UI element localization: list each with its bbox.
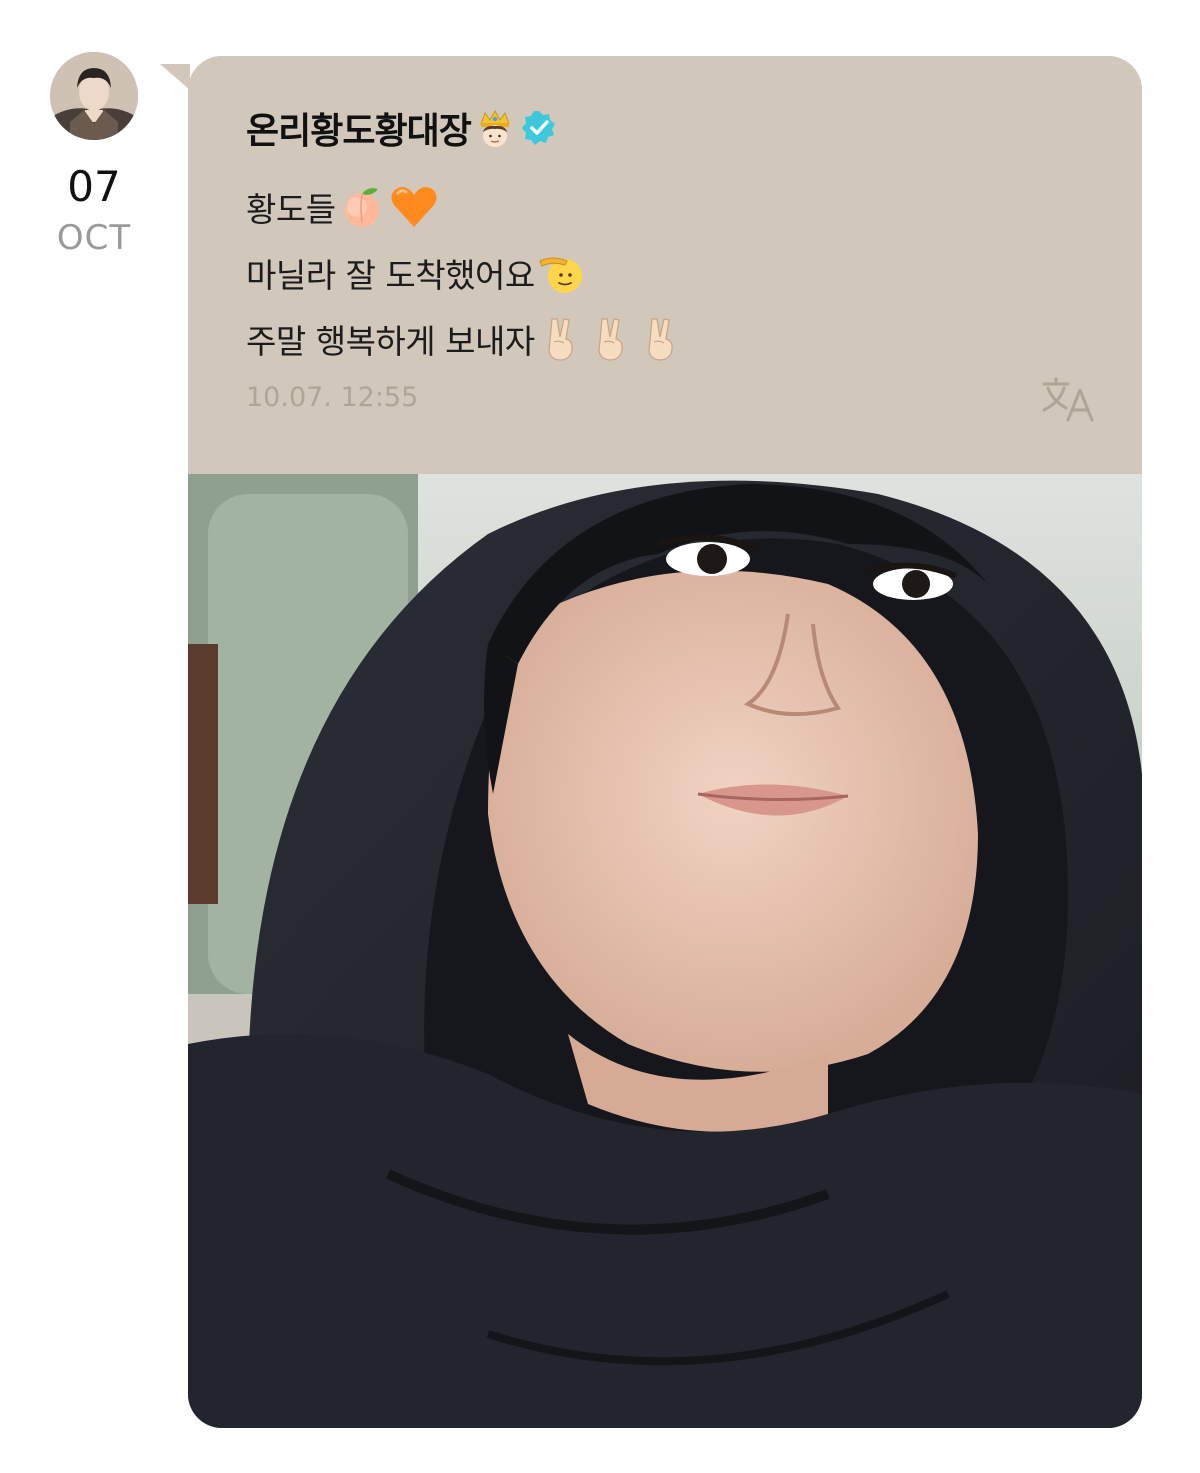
prince-crown-emoji [475, 108, 515, 148]
message-body: 황도들 마닐라 잘 도착했어요 주말 행복하게 보내자 [246, 174, 685, 372]
message-line-text: 마닐라 잘 도착했어요 [246, 256, 535, 295]
verified-badge-icon [519, 108, 559, 148]
bubble-tail [160, 64, 190, 90]
message-line: 마닐라 잘 도착했어요 [246, 240, 685, 306]
message-line-text: 황도들 [246, 190, 336, 229]
peach-emoji [338, 183, 386, 231]
victory-hand-emoji [637, 315, 685, 363]
message-line-text: 주말 행복하게 보내자 [246, 322, 535, 361]
author-name[interactable]: 온리황도황대장 [246, 102, 472, 154]
message-line: 주말 행복하게 보내자 [246, 306, 685, 372]
message-text-area: 온리황도황대장 황도들 마닐라 잘 도착했어요 주말 행복하게 보내자 10.0… [188, 56, 1142, 466]
post-date-month: OCT [56, 218, 132, 258]
translate-button[interactable] [1040, 376, 1096, 422]
post-date-day: 07 [67, 162, 121, 211]
translate-icon [1042, 377, 1094, 422]
saluting-face-emoji [537, 249, 589, 297]
message-bubble[interactable]: 온리황도황대장 황도들 마닐라 잘 도착했어요 주말 행복하게 보내자 10.0… [188, 56, 1142, 1428]
author-row[interactable]: 온리황도황대장 [246, 106, 559, 152]
message-line: 황도들 [246, 174, 685, 240]
post-photo[interactable] [188, 474, 1142, 1428]
victory-hand-emoji [537, 315, 585, 363]
author-avatar[interactable] [50, 52, 138, 140]
victory-hand-emoji [587, 315, 635, 363]
message-timestamp: 10.07. 12:55 [246, 382, 419, 413]
orange-heart-emoji [388, 183, 440, 231]
